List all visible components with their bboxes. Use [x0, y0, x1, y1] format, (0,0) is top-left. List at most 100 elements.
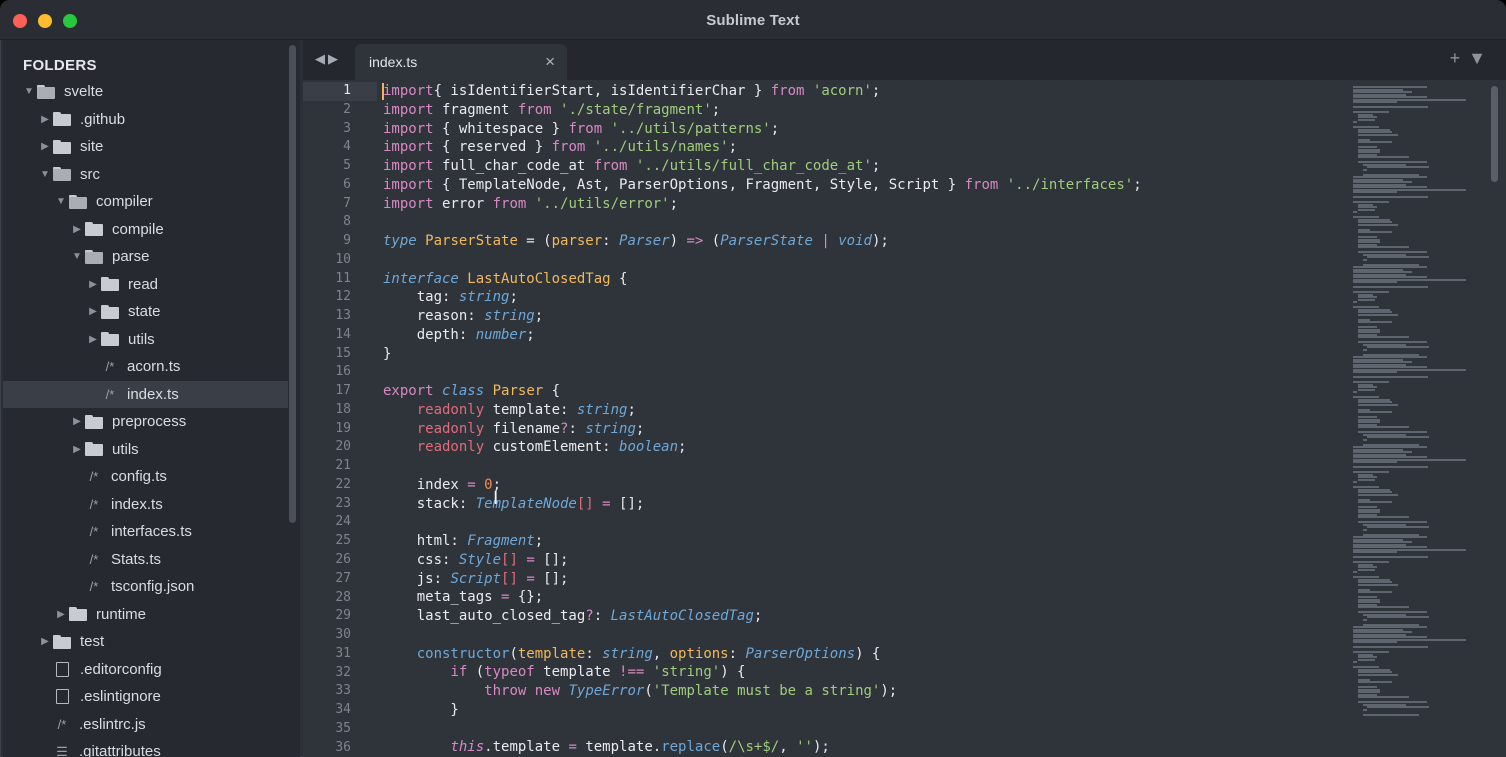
- minimap-line: [1357, 321, 1392, 323]
- code-line[interactable]: [383, 363, 1142, 382]
- folder-row[interactable]: ▼ parse: [3, 243, 288, 271]
- file-row[interactable]: /* interfaces.ts: [3, 518, 288, 546]
- minimap-line: [1367, 436, 1429, 438]
- code-line[interactable]: [383, 720, 1142, 739]
- code-line[interactable]: }: [383, 701, 1142, 720]
- folder-tree[interactable]: ▼ svelte ▶ .github ▶ site ▼ src ▼ compiler ▶ compil…: [3, 78, 288, 757]
- code-line[interactable]: css: Style[] = [];: [383, 551, 1142, 570]
- folder-row[interactable]: ▼ svelte: [3, 78, 288, 106]
- code-line[interactable]: readonly template: string;: [383, 401, 1142, 420]
- code-line[interactable]: last_auto_closed_tag?: LastAutoClosedTag…: [383, 607, 1142, 626]
- tree-item-label: .editorconfig: [80, 660, 162, 678]
- code-line[interactable]: import{ isIdentifierStart, isIdentifierC…: [383, 82, 1142, 101]
- folders-sidebar[interactable]: FOLDERS ▼ svelte ▶ .github ▶ site ▼ src ▼ compile…: [3, 40, 300, 757]
- code-line[interactable]: [383, 626, 1142, 645]
- code-line[interactable]: reason: string;: [383, 307, 1142, 326]
- disclosure-open-icon[interactable]: ▼: [69, 251, 85, 262]
- code-line[interactable]: import { TemplateNode, Ast, ParserOption…: [383, 176, 1142, 195]
- code-line[interactable]: [383, 513, 1142, 532]
- code-line[interactable]: import { whitespace } from '../utils/pat…: [383, 120, 1142, 139]
- code-line[interactable]: [383, 251, 1142, 270]
- disclosure-open-icon[interactable]: ▼: [21, 86, 37, 97]
- code-line[interactable]: js: Script[] = [];: [383, 570, 1142, 589]
- tree-item-label: interfaces.ts: [111, 523, 192, 541]
- disclosure-closed-icon[interactable]: ▶: [69, 224, 85, 235]
- minimap[interactable]: [1353, 80, 1483, 720]
- editor-scrollbar[interactable]: [1491, 86, 1498, 182]
- disclosure-closed-icon[interactable]: ▶: [85, 306, 101, 317]
- folder-row[interactable]: ▶ read: [3, 271, 288, 299]
- folder-row[interactable]: ▶ utils: [3, 436, 288, 464]
- line-number: 10: [335, 251, 351, 267]
- disclosure-closed-icon[interactable]: ▶: [69, 444, 85, 455]
- minimap-line: [1357, 156, 1410, 158]
- tab-navigation-arrows[interactable]: ◀▶: [315, 51, 341, 67]
- file-row[interactable]: /* config.ts: [3, 463, 288, 491]
- code-line[interactable]: export class Parser {: [383, 382, 1142, 401]
- code-line[interactable]: [383, 213, 1142, 232]
- code-line[interactable]: depth: number;: [383, 326, 1142, 345]
- code-line[interactable]: constructor(template: string, options: P…: [383, 645, 1142, 664]
- tab-index-ts[interactable]: index.ts ×: [355, 44, 567, 80]
- folder-row[interactable]: ▶ preprocess: [3, 408, 288, 436]
- folder-row[interactable]: ▶ utils: [3, 326, 288, 354]
- disclosure-closed-icon[interactable]: ▶: [37, 114, 53, 125]
- minimap-line: [1353, 391, 1357, 393]
- disclosure-open-icon[interactable]: ▼: [53, 196, 69, 207]
- code-line[interactable]: [383, 457, 1142, 476]
- disclosure-closed-icon[interactable]: ▶: [69, 416, 85, 427]
- file-row[interactable]: /* index.ts: [3, 491, 288, 519]
- minimap-line: [1357, 336, 1410, 338]
- code-line[interactable]: if (typeof template !== 'string') {: [383, 663, 1142, 682]
- file-row[interactable]: .eslintignore: [3, 683, 288, 711]
- disclosure-closed-icon[interactable]: ▶: [37, 636, 53, 647]
- sidebar-scrollbar[interactable]: [289, 45, 296, 523]
- code-line[interactable]: html: Fragment;: [383, 532, 1142, 551]
- folder-row[interactable]: ▶ state: [3, 298, 288, 326]
- file-row[interactable]: ☰ .gitattributes: [3, 738, 288, 757]
- folder-row[interactable]: ▼ compiler: [3, 188, 288, 216]
- code-editor[interactable]: 1 2 3 4 5 6 7 8 9 10 11 12 13 14 15 16 17 18 19 20 21 22 23 24 2…: [303, 80, 1506, 757]
- code-token: 'string': [652, 664, 721, 681]
- code-line[interactable]: }: [383, 345, 1142, 364]
- code-token: LastAutoClosedTag: [610, 608, 754, 624]
- new-tab-icon[interactable]: +: [1450, 48, 1469, 68]
- code-line[interactable]: type ParserState = (parser: Parser) => (…: [383, 232, 1142, 251]
- disclosure-closed-icon[interactable]: ▶: [85, 279, 101, 290]
- code-token: =>: [686, 233, 704, 249]
- code-line[interactable]: throw new TypeError('Template must be a …: [383, 682, 1142, 701]
- code-line[interactable]: interface LastAutoClosedTag {: [383, 270, 1142, 289]
- disclosure-closed-icon[interactable]: ▶: [37, 141, 53, 152]
- code-line[interactable]: meta_tags = {};: [383, 588, 1142, 607]
- file-row[interactable]: .editorconfig: [3, 656, 288, 684]
- tree-item-label: utils: [112, 440, 139, 458]
- tab-close-icon[interactable]: ×: [545, 52, 555, 72]
- code-token: from: [568, 120, 603, 137]
- file-row[interactable]: /* acorn.ts: [3, 353, 288, 381]
- code-line[interactable]: readonly customElement: boolean;: [383, 438, 1142, 457]
- file-row[interactable]: /* index.ts: [3, 380, 288, 408]
- folder-row[interactable]: ▶ .github: [3, 106, 288, 134]
- folder-icon: [101, 277, 119, 292]
- code-line[interactable]: import error from '../utils/error';: [383, 195, 1142, 214]
- code-content[interactable]: import{ isIdentifierStart, isIdentifierC…: [383, 82, 1142, 757]
- code-line[interactable]: tag: string;: [383, 288, 1142, 307]
- code-line[interactable]: this.template = template.replace(/\s+$/,…: [383, 738, 1142, 757]
- folder-row[interactable]: ▼ src: [3, 161, 288, 189]
- folder-row[interactable]: ▶ runtime: [3, 601, 288, 629]
- disclosure-closed-icon[interactable]: ▶: [53, 609, 69, 620]
- code-line[interactable]: readonly filename?: string;: [383, 420, 1142, 439]
- disclosure-closed-icon[interactable]: ▶: [85, 334, 101, 345]
- file-row[interactable]: /* Stats.ts: [3, 546, 288, 574]
- code-line[interactable]: import { reserved } from '../utils/names…: [383, 138, 1142, 157]
- code-line[interactable]: import fragment from './state/fragment';: [383, 101, 1142, 120]
- folder-row[interactable]: ▶ site: [3, 133, 288, 161]
- folder-row[interactable]: ▶ test: [3, 628, 288, 656]
- disclosure-open-icon[interactable]: ▼: [37, 169, 53, 180]
- folder-row[interactable]: ▶ compile: [3, 216, 288, 244]
- code-line[interactable]: import full_char_code_at from '../utils/…: [383, 157, 1142, 176]
- tab-menu-icon[interactable]: ▼: [1468, 48, 1494, 68]
- file-row[interactable]: /* tsconfig.json: [3, 573, 288, 601]
- file-row[interactable]: /* .eslintrc.js: [3, 711, 288, 739]
